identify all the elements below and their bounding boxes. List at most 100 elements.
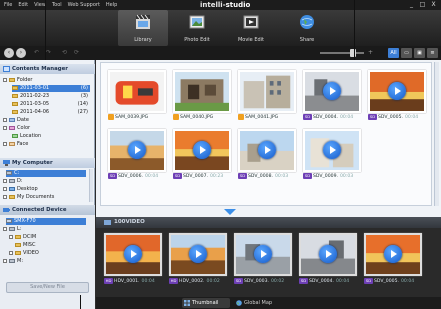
device-thumbnail-item[interactable]: SD SDV_0004. 00:04 (299, 233, 357, 287)
thumbnail-item[interactable]: SD SDV_0005. 00:04 (368, 70, 426, 121)
folder-root[interactable]: Folder (3, 77, 32, 84)
folder-item[interactable]: 2011-04-06 (27) (12, 109, 90, 116)
undo-icon[interactable]: ↶ (32, 49, 41, 57)
thumbnail-caption: SD SDV_0003. 00:02 (234, 278, 294, 285)
zoom-in-icon[interactable]: + (366, 49, 375, 57)
view-photo-button[interactable]: ▭ (401, 48, 412, 58)
panel-splitter[interactable] (96, 207, 441, 217)
play-icon[interactable] (128, 141, 146, 159)
expand-toggle-icon[interactable] (9, 234, 13, 239)
folder-item[interactable]: 2011-03-05 (14) (12, 101, 90, 108)
expand-toggle-icon[interactable] (3, 125, 7, 130)
photo-edit-label: Photo Edit (184, 37, 210, 43)
expand-toggle-icon[interactable] (3, 141, 7, 146)
device-thumbnail-item[interactable]: SD SDV_0005. 00:04 (364, 233, 422, 287)
drive-item[interactable]: C: (6, 170, 86, 177)
play-icon[interactable] (319, 245, 337, 263)
close-button[interactable]: X (429, 1, 438, 9)
collapse-toggle-icon[interactable] (3, 226, 7, 231)
expand-toggle-icon[interactable] (3, 178, 7, 183)
library-scrollbar[interactable] (434, 62, 439, 206)
play-icon[interactable] (254, 245, 272, 263)
movie-edit-tool[interactable]: Movie Edit (226, 10, 276, 46)
contents-manager-header[interactable]: Contents Manager (0, 64, 95, 74)
device-drive[interactable]: L: (3, 226, 21, 233)
folder-name: 2011-03-01 (20, 85, 50, 91)
date-icon (9, 117, 15, 122)
device-drive[interactable]: M: (3, 258, 23, 265)
device-folder[interactable]: DCIM (9, 234, 36, 241)
collapse-toggle-icon[interactable] (3, 77, 7, 82)
zoom-slider-knob[interactable] (350, 49, 356, 57)
view-all-button[interactable]: All (388, 48, 399, 58)
play-icon[interactable] (323, 141, 341, 159)
folder-item[interactable]: 2011-02-23 (3) (12, 93, 90, 100)
category-face[interactable]: Face (3, 141, 28, 148)
thumbnail-item[interactable]: SD SDV_0004. 00:04 (303, 70, 361, 121)
save-new-file-button[interactable]: Save/New File (6, 282, 89, 293)
device-thumbnail-item[interactable]: HD HDV_0002. 00:02 (169, 233, 227, 287)
expand-toggle-icon[interactable] (3, 186, 7, 191)
menu-web-support[interactable]: Web Support (68, 0, 100, 10)
device-folder[interactable]: VIDEO (9, 250, 39, 257)
rotate-left-icon[interactable]: ⟲ (60, 49, 69, 57)
photo-edit-tool[interactable]: Photo Edit (172, 10, 222, 46)
thumbnail-item[interactable]: SAM_0041.JPG (238, 70, 296, 121)
my-computer-scrollbar[interactable] (89, 169, 93, 202)
view-detail-button[interactable]: ≡ (427, 48, 438, 58)
expand-toggle-icon[interactable] (3, 117, 7, 122)
thumbnail-item[interactable]: SD SDV_0006. 00:04 (108, 129, 166, 180)
play-icon[interactable] (323, 82, 341, 100)
play-icon[interactable] (388, 82, 406, 100)
thumbnail-item[interactable]: SD SDV_0008. 00:03 (238, 129, 296, 180)
device-thumbnail-item[interactable]: HD HDV_0001. 00:04 (104, 233, 162, 287)
thumbnail-filename: HDV_0001. (114, 279, 140, 284)
device-thumbnail-item[interactable]: SD SDV_0003. 00:02 (234, 233, 292, 287)
drive-item[interactable]: D: (3, 178, 23, 185)
callout-line (354, 0, 355, 60)
drive-icon (9, 258, 15, 263)
menu-help[interactable]: Help (106, 0, 117, 10)
tab-global-map[interactable]: Global Map (234, 298, 284, 308)
device-folder[interactable]: MISC (15, 242, 35, 249)
expand-toggle-icon[interactable] (9, 250, 13, 255)
rotate-right-icon[interactable]: ⟳ (72, 49, 81, 57)
play-icon[interactable] (189, 245, 207, 263)
desktop-item[interactable]: Desktop (3, 186, 38, 193)
device-item[interactable]: SMX-F70 (6, 218, 86, 225)
connected-device-header[interactable]: Connected Device (0, 205, 95, 215)
intelli-studio-window: File Edit View Tool Web Support Help int… (0, 0, 441, 309)
category-date[interactable]: Date (3, 117, 29, 124)
thumbnail-item[interactable]: SAM_0040.JPG (173, 70, 231, 121)
connected-device-panel: Connected Device SMX-F70 L: DCIM MISC VI… (0, 205, 95, 309)
expand-toggle-icon[interactable] (3, 258, 7, 263)
my-computer-header[interactable]: My Computer (0, 158, 95, 168)
category-location[interactable]: Location (12, 133, 41, 140)
play-icon[interactable] (193, 141, 211, 159)
menu-edit[interactable]: Edit (18, 0, 28, 10)
thumbnail-item[interactable]: SD SDV_0009. 00:03 (303, 129, 361, 180)
view-video-button[interactable]: ▣ (414, 48, 425, 58)
thumbnail-item[interactable]: SAM_0039.JPG (108, 70, 166, 121)
location-icon (12, 133, 18, 138)
collapse-arrow-icon[interactable] (224, 209, 236, 215)
maximize-button[interactable]: □ (418, 1, 427, 9)
folder-item[interactable]: 2011-03-01 (6) (12, 85, 90, 92)
play-icon[interactable] (258, 141, 276, 159)
tab-thumbnail[interactable]: Thumbnail (182, 298, 230, 308)
play-icon[interactable] (124, 245, 142, 263)
video-duration: 00:03 (339, 174, 354, 179)
play-icon[interactable] (384, 245, 402, 263)
menu-file[interactable]: File (4, 0, 12, 10)
expand-toggle-icon[interactable] (3, 194, 7, 199)
menu-tool[interactable]: Tool (52, 0, 62, 10)
zoom-slider-track[interactable] (320, 52, 364, 54)
minimize-button[interactable]: _ (407, 1, 416, 9)
library-tool[interactable]: Library (118, 10, 168, 46)
category-color[interactable]: Color (3, 125, 30, 132)
back-arrow-icon[interactable]: ‹ (4, 48, 14, 58)
share-tool[interactable]: Share (282, 10, 332, 46)
my-documents-item[interactable]: My Documents (3, 194, 54, 201)
thumbnail-item[interactable]: SD SDV_0007. 00:23 (173, 129, 231, 180)
forward-arrow-icon[interactable]: › (16, 48, 26, 58)
